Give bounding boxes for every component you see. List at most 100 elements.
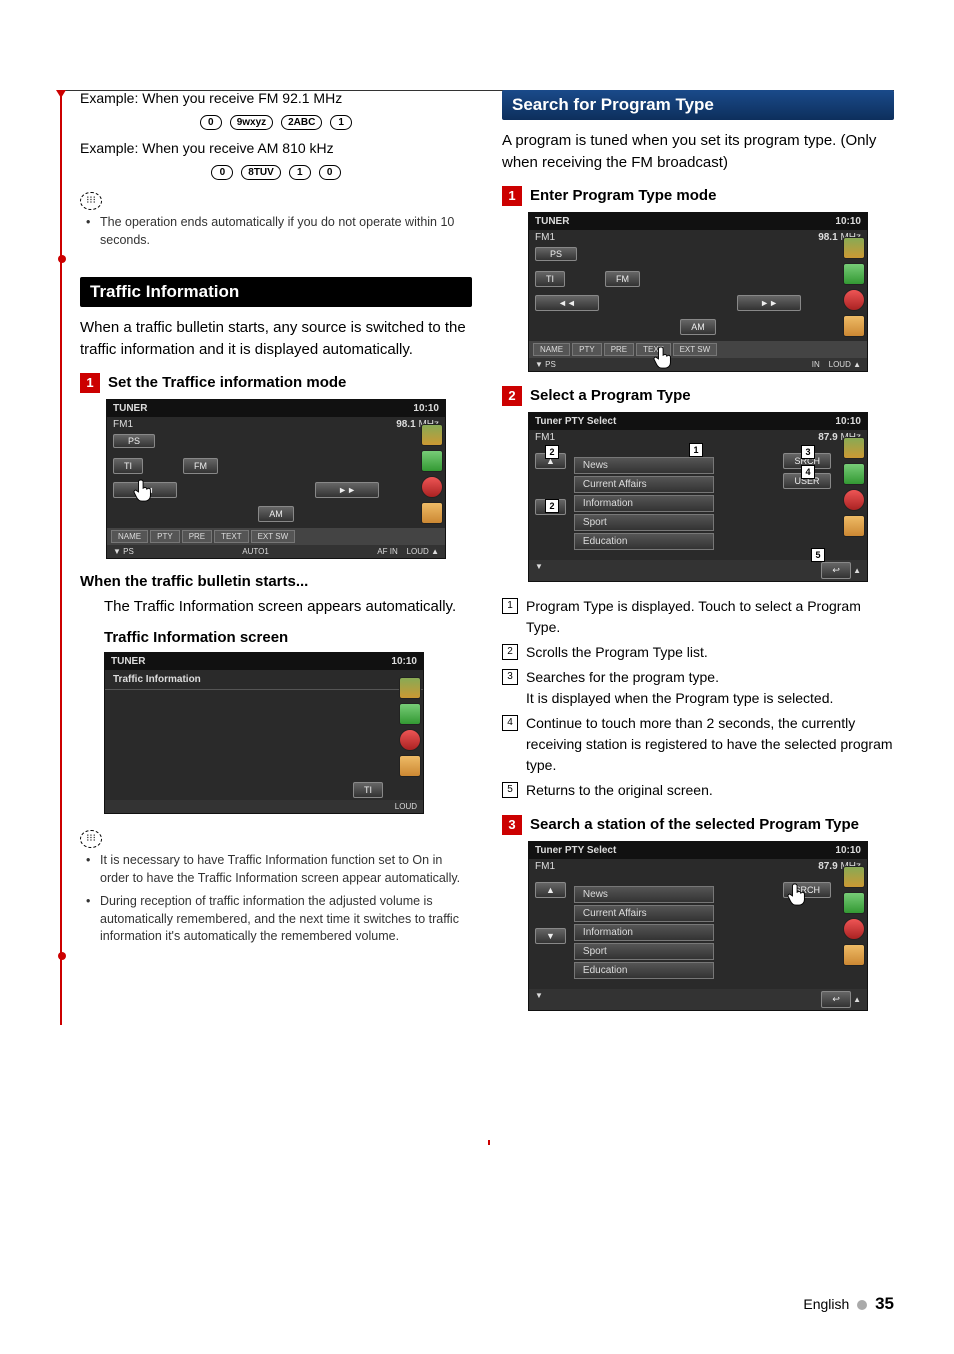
next-button[interactable]: ►► bbox=[315, 482, 379, 498]
callout-text: Searches for the program type. It is dis… bbox=[526, 667, 833, 709]
return-button[interactable]: ↩ bbox=[821, 562, 851, 579]
side-icon[interactable] bbox=[843, 866, 865, 888]
example-am: Example: When you receive AM 810 kHz 0 8… bbox=[80, 140, 472, 180]
traffic-intro: When a traffic bulletin starts, any sour… bbox=[80, 317, 472, 361]
pty-item[interactable]: Sport bbox=[574, 514, 714, 531]
pty-item[interactable]: Sport bbox=[574, 943, 714, 960]
tab[interactable]: PTY bbox=[150, 530, 180, 543]
screenshot-traffic-info: TUNER 10:10 Traffic Information TI LOUD bbox=[104, 652, 424, 814]
ps-label[interactable]: PS bbox=[113, 434, 155, 448]
side-icon[interactable] bbox=[843, 237, 865, 259]
key: 0 bbox=[211, 165, 233, 180]
side-icon[interactable] bbox=[843, 437, 865, 459]
side-icons bbox=[399, 677, 421, 777]
freq: 87.9 bbox=[818, 432, 837, 443]
side-icon[interactable] bbox=[843, 515, 865, 537]
example-fm-text: Example: When you receive FM 92.1 MHz bbox=[80, 90, 472, 106]
tab[interactable]: PTY bbox=[572, 343, 602, 356]
return-button[interactable]: ↩ bbox=[821, 991, 851, 1008]
tab[interactable]: PRE bbox=[604, 343, 634, 356]
pty-item[interactable]: News bbox=[574, 886, 714, 903]
side-icon[interactable] bbox=[843, 892, 865, 914]
side-icon[interactable] bbox=[399, 703, 421, 725]
fm-button[interactable]: FM bbox=[183, 458, 218, 474]
callout-2b: 2 bbox=[545, 499, 559, 513]
tab[interactable]: TEXT bbox=[214, 530, 248, 543]
tab[interactable]: EXT SW bbox=[673, 343, 718, 356]
side-icon[interactable] bbox=[843, 263, 865, 285]
search-pty-intro: A program is tuned when you set its prog… bbox=[502, 130, 894, 174]
right-column: Search for Program Type A program is tun… bbox=[502, 90, 894, 1025]
side-icon[interactable] bbox=[843, 315, 865, 337]
am-button[interactable]: AM bbox=[258, 506, 294, 522]
prev-button[interactable]: ◄◄ bbox=[535, 295, 599, 311]
pty-item[interactable]: Current Affairs bbox=[574, 476, 714, 493]
ps-label[interactable]: PS bbox=[535, 247, 577, 261]
ti-button[interactable]: TI bbox=[113, 458, 143, 474]
screen-title: Tuner PTY Select bbox=[535, 845, 616, 856]
tab[interactable]: EXT SW bbox=[251, 530, 296, 543]
key: 0 bbox=[200, 115, 222, 130]
ti-button[interactable]: TI bbox=[535, 271, 565, 287]
callout-2: 2 bbox=[545, 445, 559, 459]
fm-button[interactable]: FM bbox=[605, 271, 640, 287]
red-dot bbox=[58, 255, 66, 263]
step-r2: 2 Select a Program Type bbox=[502, 386, 894, 406]
callout-box: 3 bbox=[502, 669, 518, 685]
step-r2-title: Select a Program Type bbox=[530, 387, 894, 404]
callout-box: 5 bbox=[502, 782, 518, 798]
side-icon[interactable] bbox=[421, 424, 443, 446]
side-icon[interactable] bbox=[843, 944, 865, 966]
example-fm-keys: 0 9wxyz 2ABC 1 bbox=[80, 112, 472, 130]
screenshot-enter-pty: TUNER 10:10 FM1 98.1 MHz PS TI FM ◄◄ ►► … bbox=[528, 212, 868, 372]
left-column: Example: When you receive FM 92.1 MHz 0 … bbox=[60, 90, 472, 1025]
side-icon[interactable] bbox=[399, 677, 421, 699]
side-icon[interactable] bbox=[843, 918, 865, 940]
pty-item[interactable]: Information bbox=[574, 495, 714, 512]
pty-item[interactable]: Current Affairs bbox=[574, 905, 714, 922]
freq: 98.1 bbox=[818, 232, 837, 243]
clock: 10:10 bbox=[391, 656, 417, 667]
scroll-down-button[interactable]: ▼ bbox=[535, 928, 566, 944]
band: FM1 bbox=[113, 419, 133, 430]
side-icon[interactable] bbox=[843, 489, 865, 511]
side-icon[interactable] bbox=[399, 729, 421, 751]
pty-item[interactable]: Education bbox=[574, 962, 714, 979]
side-icon[interactable] bbox=[843, 463, 865, 485]
step-r1: 1 Enter Program Type mode bbox=[502, 186, 894, 206]
tab[interactable]: PRE bbox=[182, 530, 212, 543]
step-r1-title: Enter Program Type mode bbox=[530, 187, 894, 204]
pty-item[interactable]: Education bbox=[574, 533, 714, 550]
step-r3-title: Search a station of the selected Program… bbox=[530, 816, 894, 833]
pty-item[interactable]: News bbox=[574, 457, 714, 474]
screenshot-select-pty: Tuner PTY Select 10:10 FM1 87.9 MHz ▲ ▼ … bbox=[528, 412, 868, 582]
next-button[interactable]: ►► bbox=[737, 295, 801, 311]
note-item: It is necessary to have Traffic Informat… bbox=[90, 852, 472, 887]
am-button[interactable]: AM bbox=[680, 319, 716, 335]
touch-cursor-icon bbox=[653, 345, 675, 371]
side-icon[interactable] bbox=[421, 476, 443, 498]
footer-dot-icon bbox=[857, 1300, 867, 1310]
step-number: 1 bbox=[502, 186, 522, 206]
callout-box: 1 bbox=[502, 598, 518, 614]
example-fm: Example: When you receive FM 92.1 MHz 0 … bbox=[80, 90, 472, 130]
ti-screen-heading: Traffic Information screen bbox=[104, 629, 472, 646]
screen-title: TUNER bbox=[113, 403, 147, 414]
tabbar: NAME PTY PRE TEXT EXT SW bbox=[107, 528, 445, 545]
page-footer: English 35 bbox=[803, 1294, 894, 1314]
side-icon[interactable] bbox=[399, 755, 421, 777]
tab[interactable]: NAME bbox=[533, 343, 570, 356]
footer-lang: English bbox=[803, 1296, 849, 1312]
side-icon[interactable] bbox=[421, 502, 443, 524]
bulletin-text: The Traffic Information screen appears a… bbox=[104, 596, 472, 618]
scroll-up-button[interactable]: ▲ bbox=[535, 882, 566, 898]
side-icon[interactable] bbox=[843, 289, 865, 311]
key: 1 bbox=[330, 115, 352, 130]
tab[interactable]: NAME bbox=[111, 530, 148, 543]
clock: 10:10 bbox=[413, 403, 439, 414]
pty-item[interactable]: Information bbox=[574, 924, 714, 941]
key: 9wxyz bbox=[230, 115, 273, 130]
ti-button[interactable]: TI bbox=[353, 782, 383, 798]
side-icon[interactable] bbox=[421, 450, 443, 472]
band: FM1 bbox=[535, 432, 555, 443]
